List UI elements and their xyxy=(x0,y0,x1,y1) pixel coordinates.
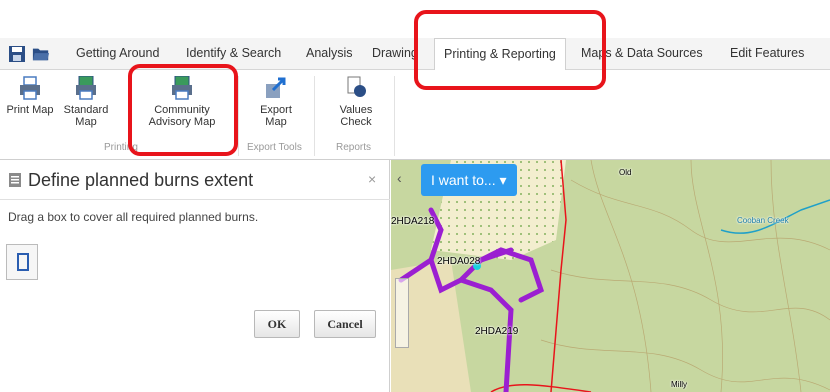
draw-box-tool[interactable] xyxy=(6,244,38,280)
tab-maps-data-sources[interactable]: Maps & Data Sources xyxy=(581,46,703,60)
print-map-label: Print Map xyxy=(6,104,54,116)
export-map-label-2: Map xyxy=(265,116,287,128)
ribbon-panel: Print Map Standard Map Community Advisor… xyxy=(0,70,830,160)
ribbon-divider xyxy=(394,76,395,156)
tab-getting-around[interactable]: Getting Around xyxy=(76,46,159,60)
standard-map-label-2: Map xyxy=(75,116,97,128)
ribbon-divider xyxy=(238,76,239,156)
zoom-slider[interactable] xyxy=(395,278,409,348)
tab-identify-search[interactable]: Identify & Search xyxy=(186,46,281,60)
group-label-printing: Printing xyxy=(104,142,138,153)
panel-title: Define planned burns extent xyxy=(28,170,254,190)
export-map-label-1: Export xyxy=(260,104,292,116)
app-window: Getting Around Identify & Search Analysi… xyxy=(0,0,830,392)
map-label: Cooban Creek xyxy=(737,216,789,225)
open-folder-icon[interactable] xyxy=(32,45,50,63)
document-icon xyxy=(9,173,21,187)
values-check-button[interactable]: Values Check xyxy=(332,76,380,128)
values-check-label-1: Values xyxy=(339,104,373,116)
export-icon xyxy=(266,77,286,98)
panel-instruction: Drag a box to cover all required planned… xyxy=(8,210,259,224)
report-icon xyxy=(347,76,366,97)
save-icon[interactable] xyxy=(8,45,26,63)
cancel-button[interactable]: Cancel xyxy=(314,310,376,338)
group-label-reports: Reports xyxy=(336,142,372,153)
map-printer-icon xyxy=(172,76,192,100)
map-label: Milly xyxy=(671,380,687,389)
map-label: 2HDA218 xyxy=(391,216,435,227)
ribbon-tab-bar: Getting Around Identify & Search Analysi… xyxy=(0,38,830,71)
collapse-panel-icon[interactable]: ‹ xyxy=(397,170,402,186)
define-burns-panel: Define planned burns extent × Drag a box… xyxy=(0,160,390,392)
map-view[interactable]: ‹ I want to... ▾ 2HDA218 2HDA028 2HDA219… xyxy=(391,160,830,392)
tab-edit-features[interactable]: Edit Features xyxy=(730,46,804,60)
group-label-export-tools: Export Tools xyxy=(247,142,302,153)
community-advisory-label-1: Community xyxy=(154,104,210,116)
panel-header: Define planned burns extent × xyxy=(0,160,390,200)
community-advisory-label-2: Advisory Map xyxy=(148,116,216,128)
community-advisory-map-button[interactable]: Community Advisory Map xyxy=(140,76,224,128)
tab-printing-reporting[interactable]: Printing & Reporting xyxy=(434,38,566,71)
map-label: Old xyxy=(619,168,632,177)
close-icon[interactable]: × xyxy=(368,171,376,187)
tab-analysis[interactable]: Analysis xyxy=(306,46,353,60)
map-label: 2HDA219 xyxy=(475,326,519,337)
tab-drawing[interactable]: Drawing xyxy=(372,46,418,60)
i-want-to-dropdown[interactable]: I want to... ▾ xyxy=(421,164,517,196)
standard-map-button[interactable]: Standard Map xyxy=(62,76,110,128)
map-label: 2HDA028 xyxy=(437,256,481,267)
printer-icon xyxy=(20,76,40,100)
export-map-button[interactable]: Export Map xyxy=(252,76,300,128)
standard-map-label-1: Standard xyxy=(63,104,109,116)
ribbon-divider xyxy=(314,76,315,156)
rectangle-icon xyxy=(17,253,29,271)
map-printer-icon xyxy=(76,76,96,100)
values-check-label-2: Check xyxy=(340,116,372,128)
print-map-button[interactable]: Print Map xyxy=(6,76,54,116)
ok-button[interactable]: OK xyxy=(254,310,300,338)
